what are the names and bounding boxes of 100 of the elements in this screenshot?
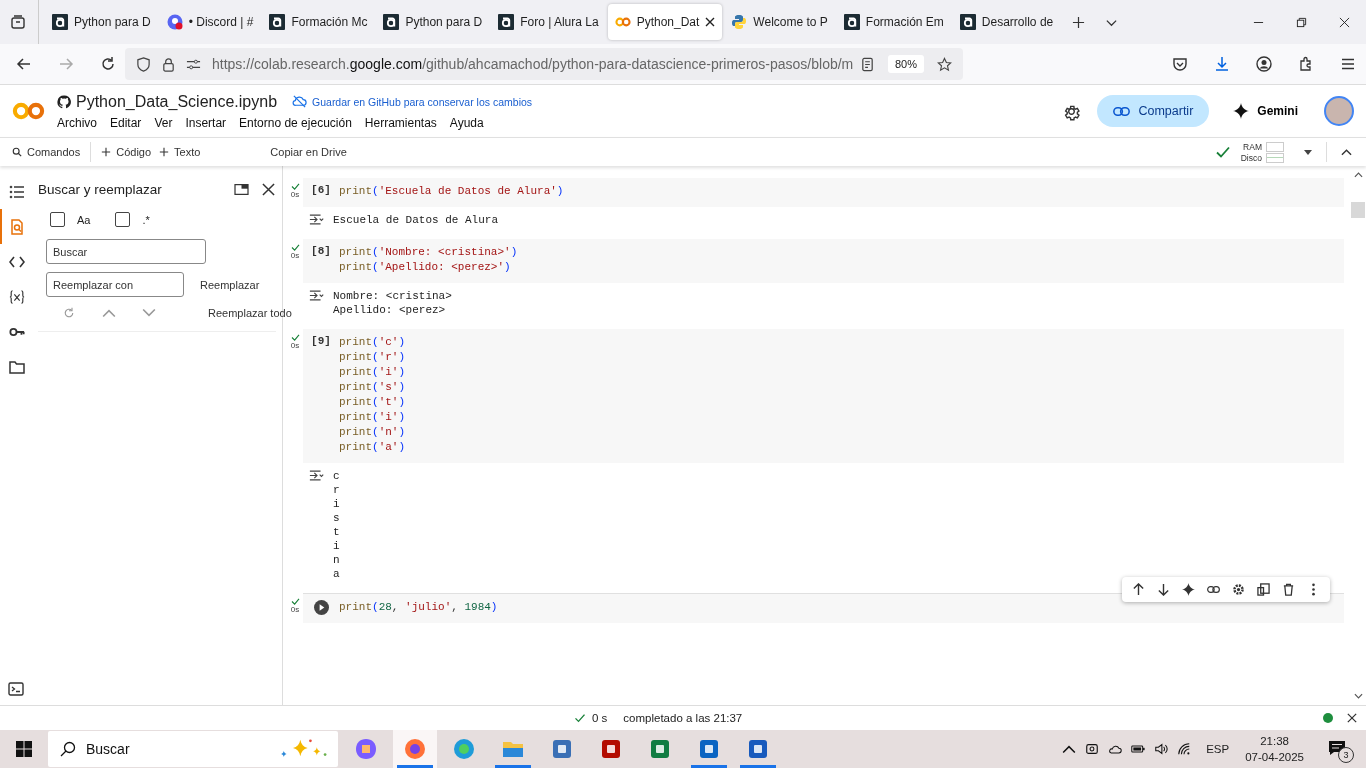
checkbox[interactable] <box>115 212 131 227</box>
save-to-github-link[interactable]: Guardar en GitHub para conservar los cambios <box>312 95 533 108</box>
url-text[interactable]: https://colab.research.google.com/github/ahcamachod/python-para-datascience-primeros-pasos/blob/m <box>212 56 855 72</box>
output-line: c <box>333 469 340 483</box>
code-line: print('c') <box>339 335 406 350</box>
share-button[interactable]: Compartir <box>1097 95 1210 127</box>
link-icon[interactable] <box>1207 583 1220 596</box>
running-indicator <box>397 765 433 768</box>
browser-tab[interactable]: Welcome to P <box>724 4 835 40</box>
browser-tab[interactable]: Foro | Alura La <box>491 4 606 40</box>
extensions-icon[interactable] <box>1298 56 1314 72</box>
close-icon[interactable] <box>1347 713 1357 723</box>
code-cell[interactable]: [9] print('c') print('r') print('i') print('s') print('t') print('i') print('n') print('a') <box>303 329 1344 463</box>
open-in-tab-icon[interactable] <box>234 182 249 196</box>
menu-icon[interactable] <box>1340 56 1356 72</box>
menu-item[interactable]: Ver <box>154 115 173 130</box>
code-cell[interactable]: [6] print('Escuela de Datos de Alura') <box>303 178 1344 207</box>
gemini-button[interactable]: Gemini <box>1229 99 1302 123</box>
scroll-down-icon[interactable] <box>1353 693 1363 699</box>
wifi-icon[interactable] <box>1177 742 1192 756</box>
back-arrow-icon[interactable] <box>16 56 32 72</box>
menu-item[interactable]: Insertar <box>185 115 227 130</box>
chevron-up-icon[interactable] <box>1341 148 1352 156</box>
menu-item[interactable]: Ayuda <box>449 115 484 130</box>
add-code-button[interactable]: Código <box>97 143 156 161</box>
clock-date[interactable]: 07-04-2025 <box>1245 749 1304 765</box>
add-text-button[interactable]: Texto <box>155 143 205 161</box>
checkbox[interactable] <box>50 212 65 227</box>
tab-overview-icon[interactable] <box>10 14 26 30</box>
python-logo-icon <box>731 14 748 30</box>
windows-start-icon[interactable] <box>16 741 32 757</box>
output-toggle-icon[interactable] <box>309 289 325 302</box>
output-line: Nombre: <cristina> <box>333 289 452 303</box>
camera-icon[interactable] <box>1085 742 1100 756</box>
zoom-level-badge[interactable]: 80% <box>887 55 924 73</box>
browser-tab[interactable]: Python_Dat <box>607 4 723 40</box>
colab-logo-icon[interactable] <box>12 101 45 121</box>
lock-icon[interactable] <box>161 56 176 72</box>
refresh-icon[interactable] <box>62 307 76 319</box>
input-language[interactable]: ESP <box>1206 743 1230 755</box>
arrow-up-icon[interactable] <box>1132 583 1145 596</box>
terminal-icon[interactable] <box>8 681 24 697</box>
dropdown-caret-icon[interactable] <box>1304 149 1312 155</box>
scroll-up-icon[interactable] <box>1353 172 1363 178</box>
replace-button[interactable]: Reemplazar <box>200 276 260 293</box>
shield-icon[interactable] <box>136 56 151 72</box>
browser-tab[interactable]: Formación Em <box>836 4 951 40</box>
browser-tab[interactable]: Formación Mc <box>262 4 375 40</box>
close-icon[interactable] <box>261 182 276 196</box>
copy-to-drive-button[interactable]: Copiar en Drive <box>266 143 351 161</box>
scrollbar-thumb[interactable] <box>1351 202 1365 218</box>
new-tab-icon[interactable] <box>1072 15 1086 29</box>
reload-icon[interactable] <box>100 56 116 72</box>
resource-meter[interactable]: RAM Disco <box>1240 141 1284 163</box>
account-icon[interactable] <box>1256 56 1272 72</box>
replace-all-button[interactable]: Reemplazar todo <box>208 305 292 321</box>
restore-icon[interactable] <box>1296 16 1307 28</box>
sparkle-icon[interactable] <box>1182 583 1195 596</box>
output-toggle-icon[interactable] <box>309 469 325 482</box>
browser-tab[interactable]: Desarrollo de <box>952 4 1061 40</box>
browser-tab[interactable]: Python para D <box>45 4 158 40</box>
browser-tab[interactable]: Python para D <box>376 4 490 40</box>
trash-icon[interactable] <box>1282 583 1295 596</box>
code-cell[interactable]: [8] print('Nombre: <cristina>') print('Apellido: <perez>') <box>303 239 1344 283</box>
notification-count-badge: 3 <box>1338 747 1354 763</box>
code-line: print('s') <box>339 380 406 395</box>
code-line: print('Apellido: <perez>') <box>339 260 512 275</box>
execution-count: [6] <box>311 184 331 198</box>
close-icon[interactable] <box>705 17 716 27</box>
avatar[interactable] <box>1324 96 1354 126</box>
clock-time[interactable]: 21:38 <box>1260 733 1289 749</box>
menu-item[interactable]: Archivo <box>57 115 97 130</box>
run-button-icon[interactable] <box>313 600 329 615</box>
bookmark-star-icon[interactable] <box>937 56 952 72</box>
menu-item[interactable]: Editar <box>110 115 142 130</box>
taskbar-search-field[interactable]: Buscar <box>48 731 338 767</box>
taskbar-app[interactable] <box>393 730 437 768</box>
notebook-title[interactable]: Python_Data_Science.ipynb <box>76 92 278 111</box>
commands-button[interactable]: Comandos <box>8 143 85 161</box>
arrow-down-icon[interactable] <box>1157 583 1170 596</box>
pocket-icon[interactable] <box>1172 56 1188 72</box>
reader-view-icon[interactable] <box>859 56 875 72</box>
replace-field[interactable]: Reemplazar con <box>46 272 184 297</box>
settings-icon[interactable] <box>1232 583 1245 596</box>
browser-tab[interactable]: • Discord | # <box>159 4 261 40</box>
code-cell[interactable]: print(28, 'julio', 1984) <box>303 593 1344 623</box>
output-line: n <box>333 553 340 567</box>
code-line: print('a') <box>339 440 406 455</box>
download-icon[interactable] <box>1214 56 1230 72</box>
close-icon[interactable] <box>1339 16 1350 28</box>
menu-item[interactable]: Entorno de ejecución <box>239 115 352 130</box>
speaker-icon[interactable] <box>1154 742 1169 756</box>
search-field[interactable]: Buscar <box>46 239 206 264</box>
mirror-cell-icon[interactable] <box>1257 583 1270 596</box>
battery-icon[interactable] <box>1131 742 1146 756</box>
cloud-off-icon <box>292 94 308 109</box>
output-toggle-icon[interactable] <box>309 213 325 226</box>
menu-item[interactable]: Herramientas <box>364 115 437 130</box>
address-bar[interactable]: https://colab.research.google.com/github/ahcamachod/python-para-datascience-primeros-pasos/blob/m 80% <box>125 48 963 80</box>
folder-icon <box>9 358 25 375</box>
